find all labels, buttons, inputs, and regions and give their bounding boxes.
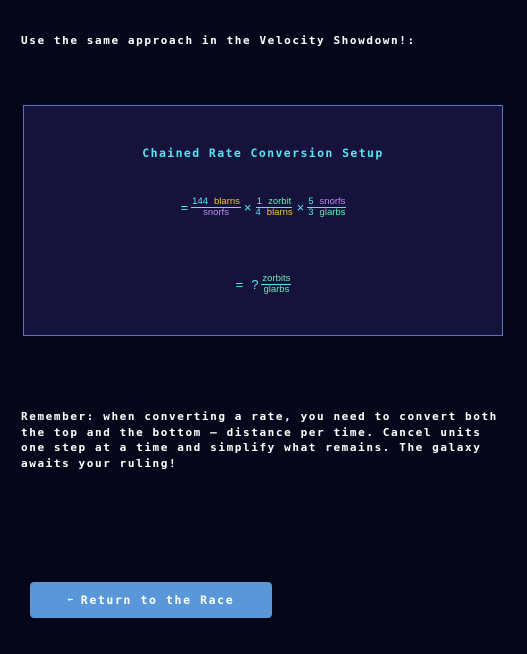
return-to-race-button[interactable]: ← Return to the Race xyxy=(30,582,272,618)
denominator-unit: blarns xyxy=(266,207,293,218)
numerator-value: 1 xyxy=(256,196,263,207)
fraction-denominator: glarbs xyxy=(262,285,290,295)
denominator-unit: glarbs xyxy=(319,207,346,218)
fraction-term-2: 1 zorbit 4 blarns xyxy=(254,197,293,218)
fraction-term-1: 144 blarns snorfs xyxy=(191,197,241,218)
numerator-unit: zorbit xyxy=(268,196,292,207)
denominator-value: 3 xyxy=(308,207,314,218)
numerator-value: 144 xyxy=(192,196,209,207)
unknown-value: ? xyxy=(251,277,259,292)
numerator-unit: zorbits xyxy=(262,273,291,284)
equals-sign: = xyxy=(235,277,244,292)
denominator-unit: glarbs xyxy=(263,284,290,295)
result-fraction: zorbits glarbs xyxy=(261,273,292,295)
panel-title: Chained Rate Conversion Setup xyxy=(142,146,384,160)
result-equation: = ? zorbits glarbs xyxy=(24,274,502,295)
return-button-label: Return to the Race xyxy=(80,593,235,607)
multiply-sign: × xyxy=(296,200,305,215)
denominator-value: 4 xyxy=(255,207,261,218)
fraction-denominator: 4 blarns xyxy=(254,208,293,218)
fraction-denominator: 3 glarbs xyxy=(307,208,346,218)
equals-sign: = xyxy=(180,200,189,215)
fraction-term-3: 5 snorfs 3 glarbs xyxy=(307,196,347,218)
multiply-sign: × xyxy=(243,200,252,215)
reminder-text: Remember: when converting a rate, you ne… xyxy=(21,410,498,470)
numerator-unit: blarns xyxy=(214,196,240,207)
intro-text: Use the same approach in the Velocity Sh… xyxy=(21,34,416,47)
conversion-equation: = 144 blarns snorfs × 1 zorbit 4 blarns × 5… xyxy=(24,197,502,218)
back-arrow-icon: ← xyxy=(67,595,75,605)
numerator-unit: snorfs xyxy=(319,196,346,207)
numerator-value: 5 xyxy=(308,196,314,207)
denominator-unit: snorfs xyxy=(203,207,229,218)
conversion-setup-panel: Chained Rate Conversion Setup = 144 blarn… xyxy=(23,105,503,336)
fraction-denominator: snorfs xyxy=(202,208,230,218)
